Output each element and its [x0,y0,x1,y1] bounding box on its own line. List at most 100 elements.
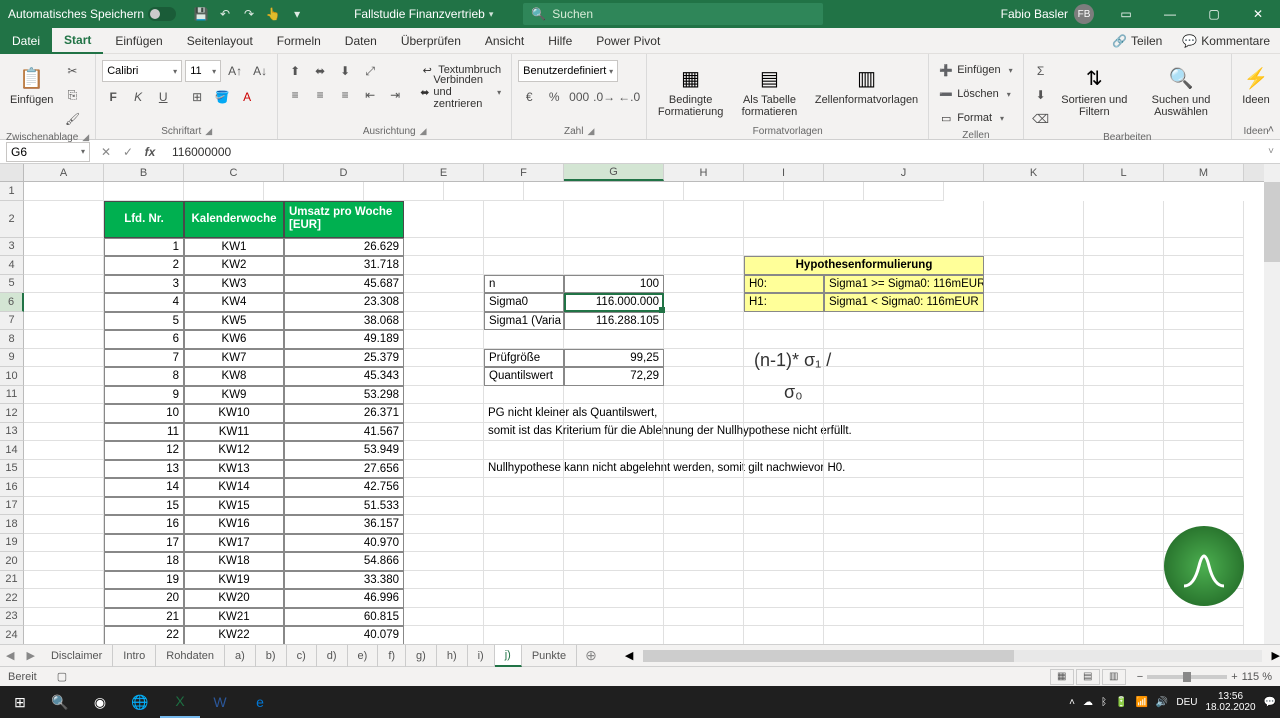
cell[interactable] [24,330,104,349]
cell[interactable] [744,552,824,571]
cell[interactable]: PG nicht kleiner als Quantilswert, [484,404,564,423]
cell[interactable]: 5 [104,312,184,331]
cell[interactable] [1164,330,1244,349]
cell[interactable] [984,238,1084,257]
sheet-tab[interactable]: b) [256,645,287,667]
word-taskbar-icon[interactable]: W [200,686,240,718]
cell[interactable] [984,441,1084,460]
minimize-button[interactable]: — [1148,0,1192,28]
cell[interactable]: 6 [104,330,184,349]
cell[interactable] [1084,238,1164,257]
row-header[interactable]: 20 [0,552,24,571]
cell[interactable]: KW12 [184,441,284,460]
cell[interactable]: 99,25 [564,349,664,368]
cell[interactable] [24,256,104,275]
cell[interactable] [824,608,984,627]
cell[interactable] [984,349,1084,368]
cell[interactable]: 33.380 [284,571,404,590]
cell[interactable] [404,497,484,516]
cell[interactable] [664,515,744,534]
cell[interactable] [1084,552,1164,571]
autosum-icon[interactable]: Σ [1030,60,1052,82]
cell[interactable] [564,552,664,571]
cell[interactable] [1084,349,1164,368]
maximize-button[interactable]: ▢ [1192,0,1236,28]
cell[interactable] [744,460,824,479]
tab-review[interactable]: Überprüfen [389,28,473,54]
cell[interactable] [24,238,104,257]
cell[interactable] [364,182,444,201]
column-header[interactable]: A [24,164,104,181]
add-sheet-button[interactable]: ⊕ [577,647,605,664]
tab-help[interactable]: Hilfe [536,28,584,54]
cell[interactable] [1164,293,1244,312]
copy-icon[interactable]: ⎘ [61,84,83,106]
cell[interactable]: KW18 [184,552,284,571]
cell[interactable] [664,423,744,442]
cell[interactable] [24,293,104,312]
cell[interactable]: 42.756 [284,478,404,497]
sheet-tab[interactable]: i) [468,645,495,667]
cell[interactable] [564,460,664,479]
cell[interactable] [404,330,484,349]
border-icon[interactable]: ⊞ [186,86,208,108]
row-header[interactable]: 3 [0,238,24,257]
cell[interactable] [564,626,664,644]
cell[interactable] [744,497,824,516]
row-header[interactable]: 24 [0,626,24,644]
cell[interactable] [404,256,484,275]
cell[interactable] [1084,367,1164,386]
cell[interactable] [404,478,484,497]
cell[interactable] [664,367,744,386]
cell[interactable] [744,312,824,331]
cell[interactable] [484,238,564,257]
cell[interactable] [1084,589,1164,608]
cell[interactable] [484,534,564,553]
cell[interactable] [1164,478,1244,497]
column-header[interactable]: G [564,164,664,181]
cell[interactable] [564,423,664,442]
cell[interactable] [564,608,664,627]
cell[interactable] [24,404,104,423]
cell[interactable]: 10 [104,404,184,423]
underline-button[interactable]: U [152,86,174,108]
sheet-tab[interactable]: g) [406,645,437,667]
expand-formula-bar-icon[interactable]: ˅ [1262,146,1280,157]
cell[interactable] [664,478,744,497]
ribbon-display-icon[interactable]: ▭ [1104,0,1148,28]
cancel-formula-icon[interactable]: ✕ [96,142,116,162]
font-size-select[interactable]: 11▾ [185,60,221,82]
paste-button[interactable]: 📋 Einfügen [6,60,57,110]
cell[interactable] [24,275,104,294]
cell[interactable]: Lfd. Nr. [104,201,184,238]
cell[interactable] [1084,571,1164,590]
row-header[interactable]: 13 [0,423,24,442]
row-header[interactable]: 14 [0,441,24,460]
sheet-tab[interactable]: Disclaimer [41,645,113,667]
cell[interactable] [24,312,104,331]
cell[interactable] [744,515,824,534]
cell[interactable] [664,589,744,608]
cell[interactable]: 40.970 [284,534,404,553]
cell[interactable] [24,552,104,571]
cell[interactable] [24,589,104,608]
cell[interactable]: 4 [104,293,184,312]
cell[interactable] [864,182,944,201]
decrease-indent-icon[interactable]: ⇤ [359,84,381,106]
cell[interactable] [1164,349,1244,368]
cell[interactable]: KW7 [184,349,284,368]
number-format-select[interactable]: Benutzerdefiniert▾ [518,60,618,82]
tab-file[interactable]: Datei [0,28,52,54]
user-account[interactable]: Fabio Basler FB [991,4,1104,24]
zoom-out-icon[interactable]: − [1137,671,1143,683]
cell[interactable] [564,497,664,516]
cell[interactable] [404,275,484,294]
cell[interactable] [484,386,564,405]
cell[interactable]: Prüfgröße [484,349,564,368]
macro-record-icon[interactable]: ▢ [57,670,67,683]
format-as-table-button[interactable]: ▤Als Tabelle formatieren [732,60,807,122]
formula-input[interactable]: 116000000 [166,145,1262,159]
search-taskbar-icon[interactable]: 🔍 [40,686,80,718]
cell[interactable] [404,349,484,368]
cell[interactable] [984,293,1084,312]
